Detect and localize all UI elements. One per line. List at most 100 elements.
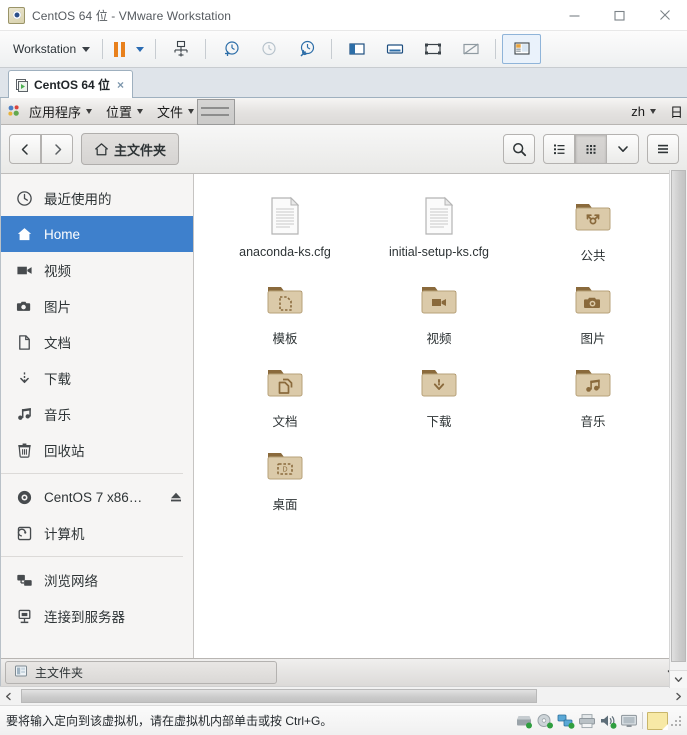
folder-pictures-icon [569, 275, 617, 323]
file-item-public[interactable]: 公共 [516, 188, 670, 271]
hard-disk-device-icon[interactable] [515, 713, 533, 729]
unity-mode-button[interactable] [452, 35, 489, 63]
nautilus-sidebar: 最近使用的 Home 视频 图片 文档 下载 音乐 回收站 CentOS 7 x… [1, 174, 194, 658]
sidebar-separator [1, 473, 183, 474]
folder-downloads-icon [415, 358, 463, 406]
sidebar-item-documents[interactable]: 文档 [1, 324, 193, 360]
folder-templates-icon [261, 275, 309, 323]
camera-icon [15, 297, 33, 315]
sidebar-item-trash[interactable]: 回收站 [1, 432, 193, 468]
suspend-button[interactable] [109, 35, 130, 63]
printer-device-icon[interactable] [578, 713, 596, 729]
home-icon [95, 142, 108, 155]
device-status-icons [515, 713, 638, 729]
input-source-indicator[interactable]: zh [624, 99, 663, 123]
scroll-down-button[interactable] [670, 670, 687, 688]
maximize-button[interactable] [597, 0, 642, 30]
snapshot-manager-wrench-button[interactable] [288, 35, 325, 63]
sidebar-item-computer[interactable]: 计算机 [1, 515, 193, 551]
sidebar-item-connect-to-server[interactable]: 连接到服务器 [1, 598, 193, 634]
sidebar-item-network[interactable]: 浏览网络 [1, 562, 193, 598]
applications-menu[interactable]: 应用程序 [22, 99, 99, 123]
sidebar-item-home[interactable]: Home [1, 216, 193, 252]
vm-tab-centos[interactable]: CentOS 64 位 × [8, 70, 134, 98]
workstation-menu-button[interactable]: Workstation [6, 35, 96, 63]
nautilus-body: 最近使用的 Home 视频 图片 文档 下载 音乐 回收站 CentOS 7 x… [1, 174, 687, 658]
scroll-left-button[interactable] [0, 688, 17, 705]
file-item-anaconda-ks[interactable]: anaconda-ks.cfg [208, 188, 362, 271]
sidebar-item-label: 回收站 [44, 444, 85, 459]
file-item-music[interactable]: 音乐 [516, 354, 670, 437]
toolbar-separator [495, 39, 497, 59]
sidebar-item-cdrom[interactable]: CentOS 7 x86… [1, 479, 193, 515]
manage-snapshots-button[interactable] [162, 35, 199, 63]
navigation-buttons [9, 134, 73, 164]
vm-tab-close-button[interactable]: × [115, 78, 126, 92]
file-manager-icon [14, 664, 28, 681]
sidebar-separator [1, 556, 183, 557]
places-menu[interactable]: 位置 [99, 99, 150, 123]
show-console-button[interactable] [376, 35, 413, 63]
hamburger-menu-icon [658, 144, 668, 154]
sidebar-item-music[interactable]: 音乐 [1, 396, 193, 432]
cd-dvd-device-icon[interactable] [536, 713, 554, 729]
note-icon[interactable] [647, 711, 668, 730]
nautilus-file-view[interactable]: anaconda-ks.cfg initial-setup-ks.cfg 公共 … [194, 174, 687, 658]
taskbar-window-button-home[interactable]: 主文件夹 [5, 661, 277, 684]
enter-fullscreen-button[interactable] [414, 35, 451, 63]
sidebar-panel-icon [349, 43, 365, 55]
snapshot-manager-icon [174, 40, 188, 57]
horizontal-scrollbar-track[interactable] [17, 688, 670, 705]
list-view-button[interactable] [543, 134, 575, 164]
file-item-downloads[interactable]: 下载 [362, 354, 516, 437]
display-device-icon[interactable] [620, 713, 638, 729]
clock-indicator[interactable]: 日 [663, 99, 685, 123]
file-item-documents[interactable]: 文档 [208, 354, 362, 437]
network-device-icon[interactable] [557, 713, 575, 729]
sidebar-item-downloads[interactable]: 下载 [1, 360, 193, 396]
forward-button[interactable] [41, 134, 73, 164]
revert-snapshot-button[interactable] [250, 35, 287, 63]
vm-tab-label: CentOS 64 位 [34, 78, 111, 92]
back-button[interactable] [9, 134, 41, 164]
clock-label: 日 [669, 104, 683, 120]
sidebar-item-videos[interactable]: 视频 [1, 252, 193, 288]
breadcrumb-home[interactable]: 主文件夹 [81, 133, 180, 165]
toolbar-separator [155, 39, 157, 59]
resize-grip[interactable] [670, 714, 684, 728]
sound-device-icon[interactable] [599, 713, 617, 729]
file-item-videos[interactable]: 视频 [362, 271, 516, 354]
show-library-button[interactable] [338, 35, 375, 63]
files-menu-label: 文件 [157, 104, 184, 120]
files-menu[interactable]: 文件 [150, 99, 201, 123]
titlebar: CentOS 64 位 - VMware Workstation [0, 0, 687, 31]
minimize-button[interactable] [552, 0, 597, 30]
sidebar-item-label: 最近使用的 [44, 192, 112, 207]
file-item-desktop[interactable]: D 桌面 [208, 437, 362, 520]
chevron-down-icon [649, 108, 656, 114]
snapshot-wrench-icon [300, 40, 314, 57]
vertical-scrollbar-thumb[interactable] [671, 170, 686, 662]
file-item-templates[interactable]: 模板 [208, 271, 362, 354]
horizontal-scrollbar-thumb[interactable] [21, 688, 537, 703]
sidebar-item-label: Home [44, 226, 81, 242]
power-dropdown-button[interactable] [131, 35, 149, 63]
grid-view-button[interactable] [575, 134, 607, 164]
sidebar-item-pictures[interactable]: 图片 [1, 288, 193, 324]
take-snapshot-button[interactable] [212, 35, 249, 63]
vmware-vertical-scrollbar[interactable] [669, 170, 687, 688]
file-item-initial-setup-ks[interactable]: initial-setup-ks.cfg [362, 188, 516, 271]
show-thumbnail-bar-button[interactable] [502, 34, 542, 64]
thumbnail-bar-icon [514, 42, 530, 55]
sidebar-item-recent[interactable]: 最近使用的 [1, 180, 193, 216]
view-options-button[interactable] [607, 134, 639, 164]
search-button[interactable] [503, 134, 535, 164]
toolbar-separator [205, 39, 207, 59]
vmware-horizontal-scrollbar[interactable] [0, 686, 687, 705]
close-button[interactable] [642, 0, 687, 30]
eject-icon[interactable] [169, 490, 183, 504]
status-separator [642, 712, 643, 729]
scroll-right-button[interactable] [670, 688, 687, 705]
file-item-pictures[interactable]: 图片 [516, 271, 670, 354]
app-menu-button[interactable] [647, 134, 679, 164]
